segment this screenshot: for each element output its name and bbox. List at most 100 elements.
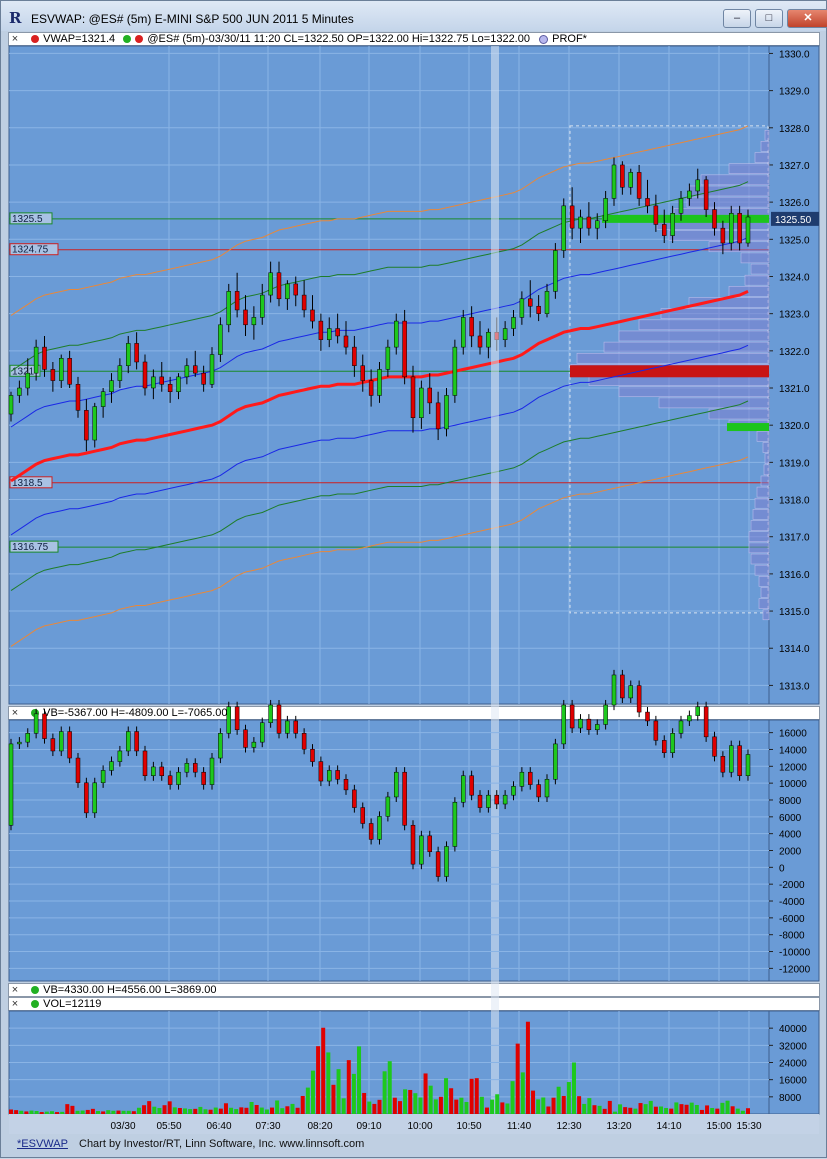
- price-candle: [25, 372, 30, 389]
- volume-bar: [193, 1108, 198, 1114]
- price-candle: [620, 164, 625, 188]
- volume-bar: [203, 1109, 208, 1114]
- price-candle: [84, 410, 89, 441]
- volume-bar: [213, 1107, 218, 1114]
- close-vb2-panel-icon[interactable]: ×: [9, 984, 21, 996]
- volume-bar: [541, 1097, 546, 1114]
- vb-tick-label: -10000: [779, 948, 811, 959]
- band2-upper-line: [10, 181, 749, 372]
- volume-bar: [49, 1111, 54, 1114]
- profile-bar: [740, 252, 770, 264]
- x-tick-label: 15:30: [736, 1121, 761, 1132]
- profile-bar: [754, 152, 770, 163]
- time-cursor-bar: [491, 46, 499, 1114]
- vb2-panel-header: × VB=4330.00 H=4556.00 L=3869.00: [8, 983, 820, 997]
- profile-bar: [570, 364, 770, 375]
- profile-series-icon[interactable]: [539, 35, 549, 44]
- volume-bar: [351, 1073, 356, 1114]
- vol-series-icon[interactable]: [31, 1000, 40, 1008]
- price-candle: [193, 365, 198, 374]
- vb-series-icon[interactable]: [31, 709, 40, 717]
- vb-candle: [595, 724, 600, 731]
- price-candle: [285, 283, 290, 300]
- volume-bar: [444, 1078, 449, 1114]
- price-candle: [327, 328, 332, 340]
- vb-candle: [92, 782, 97, 814]
- profile-bar: [760, 141, 770, 152]
- maximize-button[interactable]: □: [755, 9, 783, 28]
- vb-label: VB=-5367.00 H=-4809.00 L=-7065.00: [43, 707, 228, 719]
- volume-bar: [372, 1103, 377, 1114]
- x-tick-label: 15:00: [706, 1121, 731, 1132]
- vb-candle: [712, 736, 717, 757]
- vb-tick-label: 14000: [779, 745, 807, 756]
- vb-candle: [662, 740, 667, 754]
- price-candle: [268, 272, 273, 296]
- footer-chart-link[interactable]: *ESVWAP: [17, 1138, 68, 1150]
- price-candle: [502, 328, 508, 340]
- close-price-panel-icon[interactable]: ×: [9, 33, 21, 45]
- volume-bar: [177, 1107, 182, 1114]
- volume-bar: [126, 1110, 131, 1114]
- title-bar[interactable]: R ESVWAP: @ES# (5m) E-MINI S&P 500 JUN 2…: [1, 1, 827, 31]
- vb-candle: [335, 770, 340, 780]
- volume-bar: [336, 1069, 341, 1114]
- close-vb-panel-icon[interactable]: ×: [9, 707, 21, 719]
- vb-candle: [159, 766, 164, 776]
- volume-bar: [305, 1087, 310, 1114]
- volume-bar: [735, 1108, 740, 1114]
- price-candle: [310, 309, 315, 322]
- vb-tick-label: 0: [779, 863, 785, 874]
- volume-bar: [142, 1105, 147, 1114]
- volume-bar: [167, 1101, 172, 1114]
- vol-tick-label: 8000: [779, 1093, 802, 1104]
- price-candle: [494, 331, 499, 340]
- vb-candle: [360, 807, 365, 824]
- vb-candle: [151, 766, 156, 776]
- volume-bar: [387, 1061, 392, 1114]
- x-tick-label: 08:20: [307, 1121, 332, 1132]
- vb-candle: [511, 786, 516, 796]
- vb-tick-label: -2000: [779, 880, 805, 891]
- panel-background-1: [8, 45, 770, 705]
- profile-bar: [748, 531, 770, 543]
- down-candle-icon[interactable]: [135, 35, 144, 43]
- vwap-series-icon[interactable]: [31, 35, 40, 43]
- vb-candle: [126, 731, 131, 752]
- price-tick-label: 1317.0: [779, 533, 810, 544]
- minimize-button[interactable]: –: [723, 9, 751, 28]
- level-tag-label: 1325.5: [12, 214, 43, 225]
- volume-bar: [285, 1106, 290, 1114]
- vb-candle: [502, 794, 508, 805]
- volume-bar: [510, 1081, 515, 1114]
- volume-bar: [433, 1099, 438, 1114]
- volume-bar: [454, 1099, 459, 1114]
- vb-candle: [377, 816, 382, 840]
- price-panel-header: × VWAP=1321.4 @ES# (5m)-03/30/11 11:20 C…: [8, 32, 820, 46]
- price-tick-label: 1328.0: [779, 124, 810, 135]
- x-tick-label: 06:40: [206, 1121, 231, 1132]
- vb-candle: [117, 750, 123, 762]
- vb-candle: [100, 770, 106, 784]
- volume-bar: [377, 1099, 382, 1114]
- vb-candle: [494, 794, 499, 805]
- vb-candle: [461, 775, 466, 803]
- price-candle: [8, 395, 14, 415]
- volume-bar: [44, 1111, 49, 1114]
- up-candle-icon[interactable]: [123, 35, 132, 43]
- close-vol-panel-icon[interactable]: ×: [9, 998, 21, 1010]
- volume-bar: [70, 1105, 75, 1114]
- volume-bar: [418, 1097, 423, 1114]
- volume-bar: [618, 1104, 623, 1114]
- close-button[interactable]: ✕: [787, 9, 827, 28]
- volume-bar: [172, 1107, 177, 1114]
- volume-bar: [587, 1098, 592, 1114]
- profile-bar: [673, 207, 770, 219]
- vb2-series-icon[interactable]: [31, 986, 40, 994]
- chart-window: R ESVWAP: @ES# (5m) E-MINI S&P 500 JUN 2…: [0, 0, 827, 1158]
- vb-candle: [260, 722, 265, 743]
- vb2-label: VB=4330.00 H=4556.00 L=3869.00: [43, 984, 217, 996]
- volume-bar: [96, 1110, 101, 1114]
- quote-label: @ES# (5m)-03/30/11 11:20 CL=1322.50 OP=1…: [147, 33, 530, 45]
- price-candle: [201, 372, 206, 385]
